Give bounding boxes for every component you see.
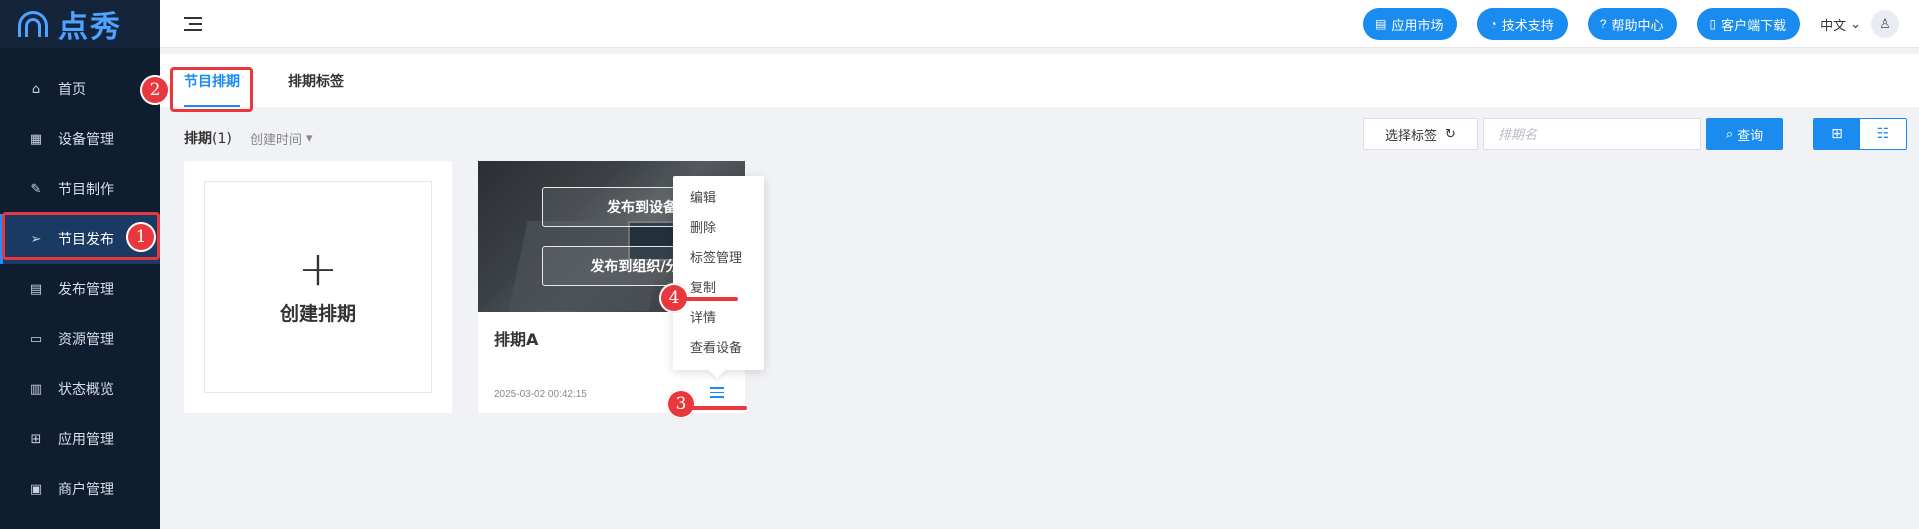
query-label: 查询 [1737,127,1764,143]
sidebar-item-label: 节目发布 [58,232,114,248]
sort-label: 创建时间 [250,133,303,148]
list-icon: ▤ [29,281,43,297]
header-actions: ▤ 应用市场 ◔ 技术支持 ? 帮助中心 ▯ 客户端下载 中文 ⌄ ♙ [1343,8,1899,40]
language-select[interactable]: 中文 ⌄ [1820,15,1861,34]
menu-item-edit[interactable]: 编辑 [673,184,764,214]
tech-support-label: 技术支持 [1501,17,1554,33]
collapse-menu-icon[interactable] [184,16,202,31]
sidebar-menu: ⌂ 首页 ▦ 设备管理 ✎ 节目制作 ➢ 节目发布 ▤ 发布管理 ▭ 资源管理 … [0,64,160,514]
sidebar-item-label: 状态概览 [58,382,114,398]
more-menu-icon[interactable] [710,387,724,398]
schedule-created-time: 2025-03-02 00:42:15 [494,389,587,400]
tab-program-schedule[interactable]: 节目排期 [184,54,240,107]
sidebar-item-apps[interactable]: ⊞ 应用管理 [0,414,160,464]
merchant-icon: ▣ [29,481,43,497]
chevron-down-icon: ⌄ [1850,16,1861,32]
caret-down-icon: ▾ [306,131,313,146]
query-button[interactable]: ⌕ 查询 [1706,118,1783,150]
schedule-name: 排期A [494,330,539,349]
sidebar-item-merchant[interactable]: ▣ 商户管理 [0,464,160,514]
logo-text: 点秀 [58,10,122,45]
menu-item-details[interactable]: 详情 [673,304,764,334]
help-icon: ? [1599,17,1607,31]
sidebar-item-label: 资源管理 [58,332,114,348]
sidebar: 点秀 ⌂ 首页 ▦ 设备管理 ✎ 节目制作 ➢ 节目发布 ▤ 发布管理 ▭ 资源… [0,0,160,529]
sidebar-item-home[interactable]: ⌂ 首页 [0,64,160,114]
top-header: ▤ 应用市场 ◔ 技术支持 ? 帮助中心 ▯ 客户端下载 中文 ⌄ ♙ [160,0,1919,48]
sidebar-item-status[interactable]: ▥ 状态概览 [0,364,160,414]
sidebar-item-device[interactable]: ▦ 设备管理 [0,114,160,164]
home-icon: ⌂ [31,81,41,97]
apps-icon: ⊞ [30,431,42,447]
sidebar-item-label: 应用管理 [58,432,114,448]
create-schedule-label: 创建排期 [279,302,356,325]
support-icon: ◔ [1489,17,1497,31]
sidebar-item-label: 发布管理 [58,282,114,298]
count-value: (1) [212,131,232,147]
tab-bar: 节目排期 排期标签 [160,54,1919,107]
chart-icon: ▥ [29,381,43,397]
folder-icon: ▭ [29,331,43,347]
search-icon: ⌕ [1725,126,1734,141]
step-badge-3: 3 [666,389,696,419]
client-download-label: 客户端下载 [1721,17,1787,33]
logo: 点秀 [0,0,160,48]
tab-schedule-tags[interactable]: 排期标签 [288,54,344,107]
tag-select[interactable]: 选择标签 ↻ [1363,118,1478,150]
refresh-icon: ↻ [1445,126,1456,142]
count-label: 排期 [184,131,212,147]
list-view-icon[interactable]: ☷ [1860,119,1906,149]
create-schedule-area[interactable]: + 创建排期 [204,181,432,393]
sidebar-item-program-make[interactable]: ✎ 节目制作 [0,164,160,214]
sidebar-item-label: 节目制作 [58,182,114,198]
sidebar-item-label: 首页 [58,82,86,98]
app-market-button[interactable]: ▤ 应用市场 [1363,8,1458,40]
tech-support-button[interactable]: ◔ 技术支持 [1477,8,1568,40]
sidebar-item-label: 商户管理 [58,482,114,498]
underline-step-3 [690,406,747,410]
schedule-search-input[interactable] [1483,118,1701,150]
logo-mark-icon [18,9,52,39]
create-schedule-card[interactable]: + 创建排期 [184,161,452,413]
plus-icon: + [297,240,339,297]
grid-view-icon[interactable]: ⊞ [1814,119,1860,149]
edit-icon: ✎ [30,181,42,197]
sidebar-item-label: 设备管理 [58,132,114,148]
tag-select-label: 选择标签 [1385,128,1438,144]
store-icon: ▤ [1375,17,1387,31]
step-badge-1: 1 [126,222,156,252]
user-avatar-icon[interactable]: ♙ [1871,10,1899,38]
schedule-count: 排期(1) [184,128,232,148]
view-toggle: ⊞ ☷ [1813,118,1907,150]
mobile-icon: ▯ [1709,17,1717,31]
language-label: 中文 [1820,18,1847,34]
help-center-button[interactable]: ? 帮助中心 [1587,8,1678,40]
sort-dropdown[interactable]: 创建时间 ▾ [250,129,313,148]
send-icon: ➢ [30,231,42,247]
help-center-label: 帮助中心 [1611,17,1664,33]
sidebar-item-resource[interactable]: ▭ 资源管理 [0,314,160,364]
menu-item-view-devices[interactable]: 查看设备 [673,334,764,364]
schedule-context-menu: 编辑 删除 标签管理 复制 详情 查看设备 [673,176,764,370]
underline-step-4 [683,297,738,301]
sidebar-item-publish-manage[interactable]: ▤ 发布管理 [0,264,160,314]
menu-item-delete[interactable]: 删除 [673,214,764,244]
menu-item-tag-manage[interactable]: 标签管理 [673,244,764,274]
client-download-button[interactable]: ▯ 客户端下载 [1697,8,1801,40]
device-icon: ▦ [29,131,43,147]
step-badge-2: 2 [140,75,170,105]
app-market-label: 应用市场 [1391,17,1444,33]
